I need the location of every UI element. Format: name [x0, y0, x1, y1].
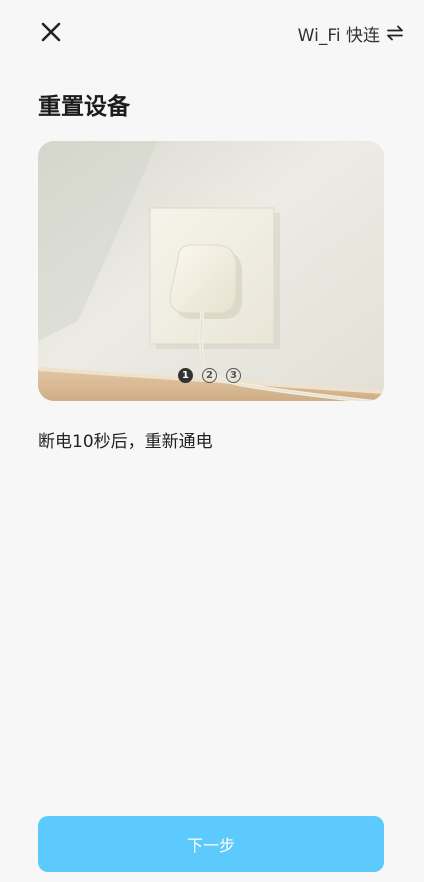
mode-switch-label: Wi_Fi 快连	[297, 25, 380, 46]
step-dot-2[interactable]: 2	[202, 368, 217, 383]
page-title: 重置设备	[38, 94, 130, 120]
top-bar: Wi_Fi 快连	[0, 0, 424, 64]
step-dot-1[interactable]: 1	[178, 368, 193, 383]
wifi-quick-connect-switch[interactable]: Wi_Fi 快连	[298, 20, 404, 46]
reset-illustration: 1 2 3	[38, 141, 384, 401]
close-button[interactable]	[36, 17, 68, 49]
next-step-button[interactable]: 下一步	[38, 816, 384, 872]
step-dot-3[interactable]: 3	[226, 368, 241, 383]
close-icon	[41, 22, 61, 42]
step-indicator: 1 2 3	[178, 368, 241, 383]
swap-arrows-icon	[387, 25, 403, 41]
wall-socket-plug-image	[38, 141, 384, 401]
instruction-text: 断电10秒后，重新通电	[38, 432, 213, 452]
